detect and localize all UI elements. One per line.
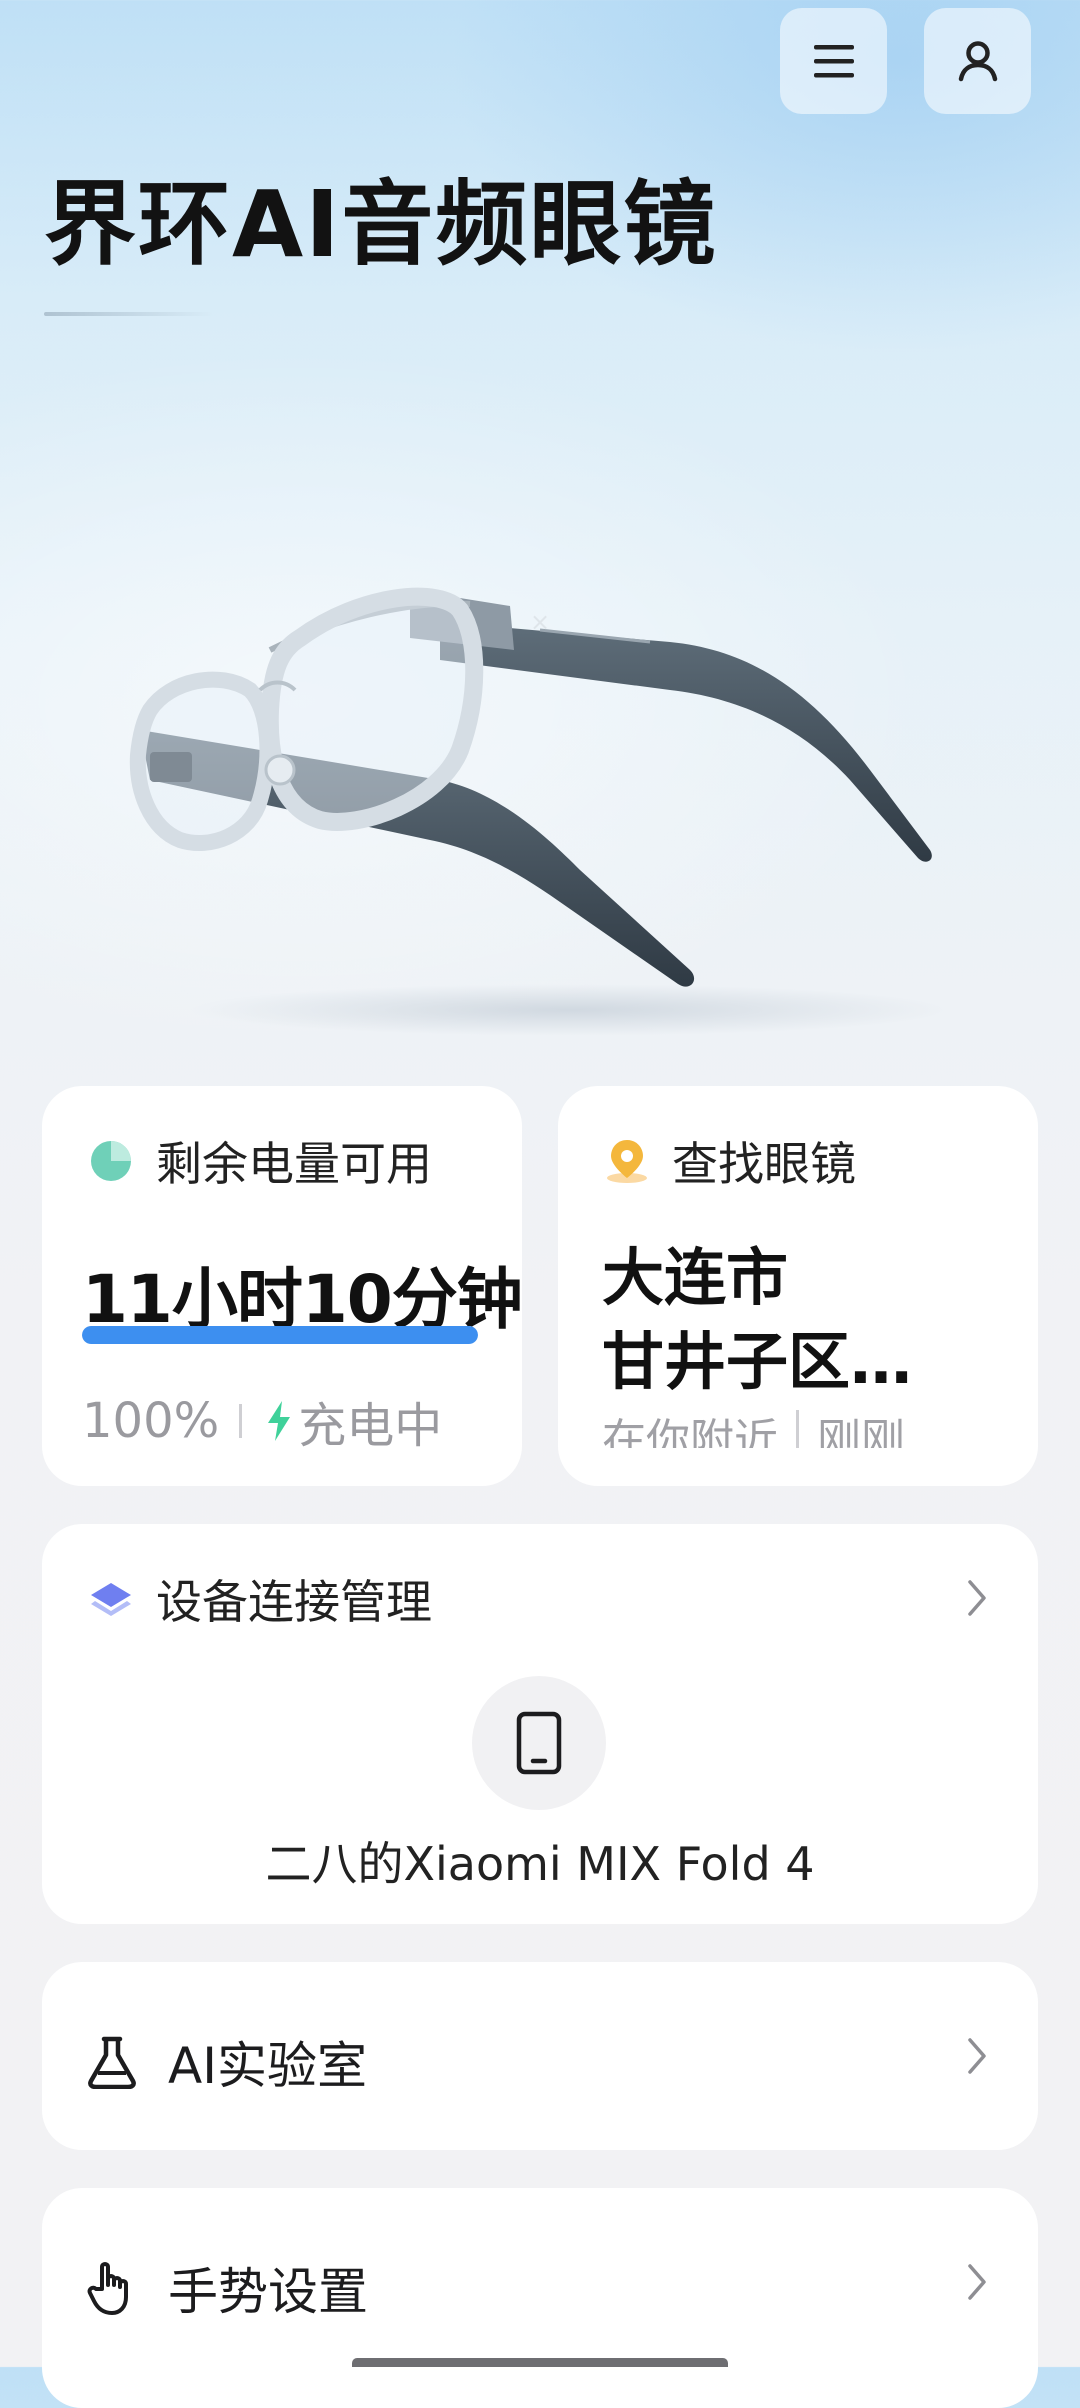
battery-status: 100% 充电中 bbox=[82, 1386, 442, 1456]
ai-lab-label: AI实验室 bbox=[168, 2037, 367, 2095]
title-divider bbox=[44, 312, 214, 316]
pie-chart-icon bbox=[88, 1138, 134, 1184]
find-card-label: 查找眼镜 bbox=[672, 1137, 856, 1191]
battery-card-label: 剩余电量可用 bbox=[156, 1137, 432, 1191]
user-icon bbox=[958, 41, 997, 82]
battery-card-header: 剩余电量可用 bbox=[88, 1128, 432, 1194]
battery-level-bar bbox=[82, 1326, 478, 1344]
location-district: 甘井子区… bbox=[602, 1325, 913, 1398]
location-status-divider bbox=[796, 1410, 799, 1448]
phone-icon bbox=[516, 1711, 562, 1775]
connected-device-name: 二八的Xiaomi MIX Fold 4 bbox=[265, 1837, 815, 1891]
device-card-header: 设备连接管理 bbox=[88, 1566, 432, 1632]
gesture-settings-row[interactable]: 手势设置 bbox=[42, 2188, 1038, 2408]
battery-status-divider bbox=[239, 1404, 243, 1438]
gesture-header: 手势设置 bbox=[84, 2252, 368, 2324]
battery-percent: 100% bbox=[82, 1393, 220, 1449]
location-time: 刚刚 bbox=[817, 1415, 905, 1448]
ai-lab-row[interactable]: AI实验室 bbox=[42, 1962, 1038, 2150]
nearby-text: 在你附近 bbox=[602, 1415, 778, 1448]
glasses-location: 大连市 甘井子区… bbox=[602, 1236, 1012, 1404]
lightning-icon bbox=[266, 1401, 292, 1441]
device-card-label: 设备连接管理 bbox=[156, 1575, 432, 1629]
profile-button[interactable] bbox=[924, 8, 1031, 114]
location-status: 在你附近 刚刚 bbox=[602, 1404, 905, 1448]
charging-status-text: 充电中 bbox=[298, 1398, 443, 1454]
battery-card[interactable]: 剩余电量可用 11小时10分钟 100% 充电中 bbox=[42, 1086, 523, 1486]
svg-text:×: × bbox=[530, 608, 550, 636]
home-indicator[interactable] bbox=[352, 2358, 728, 2367]
battery-level-fill bbox=[82, 1326, 478, 1344]
flask-icon bbox=[84, 2034, 140, 2090]
page-title: 界环AI音频眼镜 bbox=[44, 171, 718, 278]
menu-button[interactable] bbox=[780, 8, 887, 114]
chevron-right-icon[interactable] bbox=[966, 2262, 988, 2302]
ai-lab-header: AI实验室 bbox=[84, 2026, 367, 2098]
chevron-right-icon[interactable] bbox=[966, 2036, 988, 2076]
find-card-header: 查找眼镜 bbox=[604, 1128, 856, 1194]
chevron-right-icon[interactable] bbox=[966, 1578, 988, 1618]
gesture-label: 手势设置 bbox=[168, 2263, 368, 2321]
device-connection-card[interactable]: 设备连接管理 二八的Xiaomi MIX Fold 4 bbox=[42, 1524, 1038, 1924]
layers-icon bbox=[88, 1576, 134, 1622]
menu-icon bbox=[813, 45, 854, 78]
connected-device-button[interactable] bbox=[472, 1676, 606, 1810]
glasses-product-image: × bbox=[129, 587, 950, 1036]
hand-pointer-icon bbox=[84, 2260, 140, 2316]
find-glasses-card[interactable]: 查找眼镜 大连市 甘井子区… 在你附近 刚刚 bbox=[558, 1086, 1038, 1486]
location-pin-icon bbox=[604, 1138, 650, 1184]
location-city: 大连市 bbox=[602, 1241, 789, 1314]
